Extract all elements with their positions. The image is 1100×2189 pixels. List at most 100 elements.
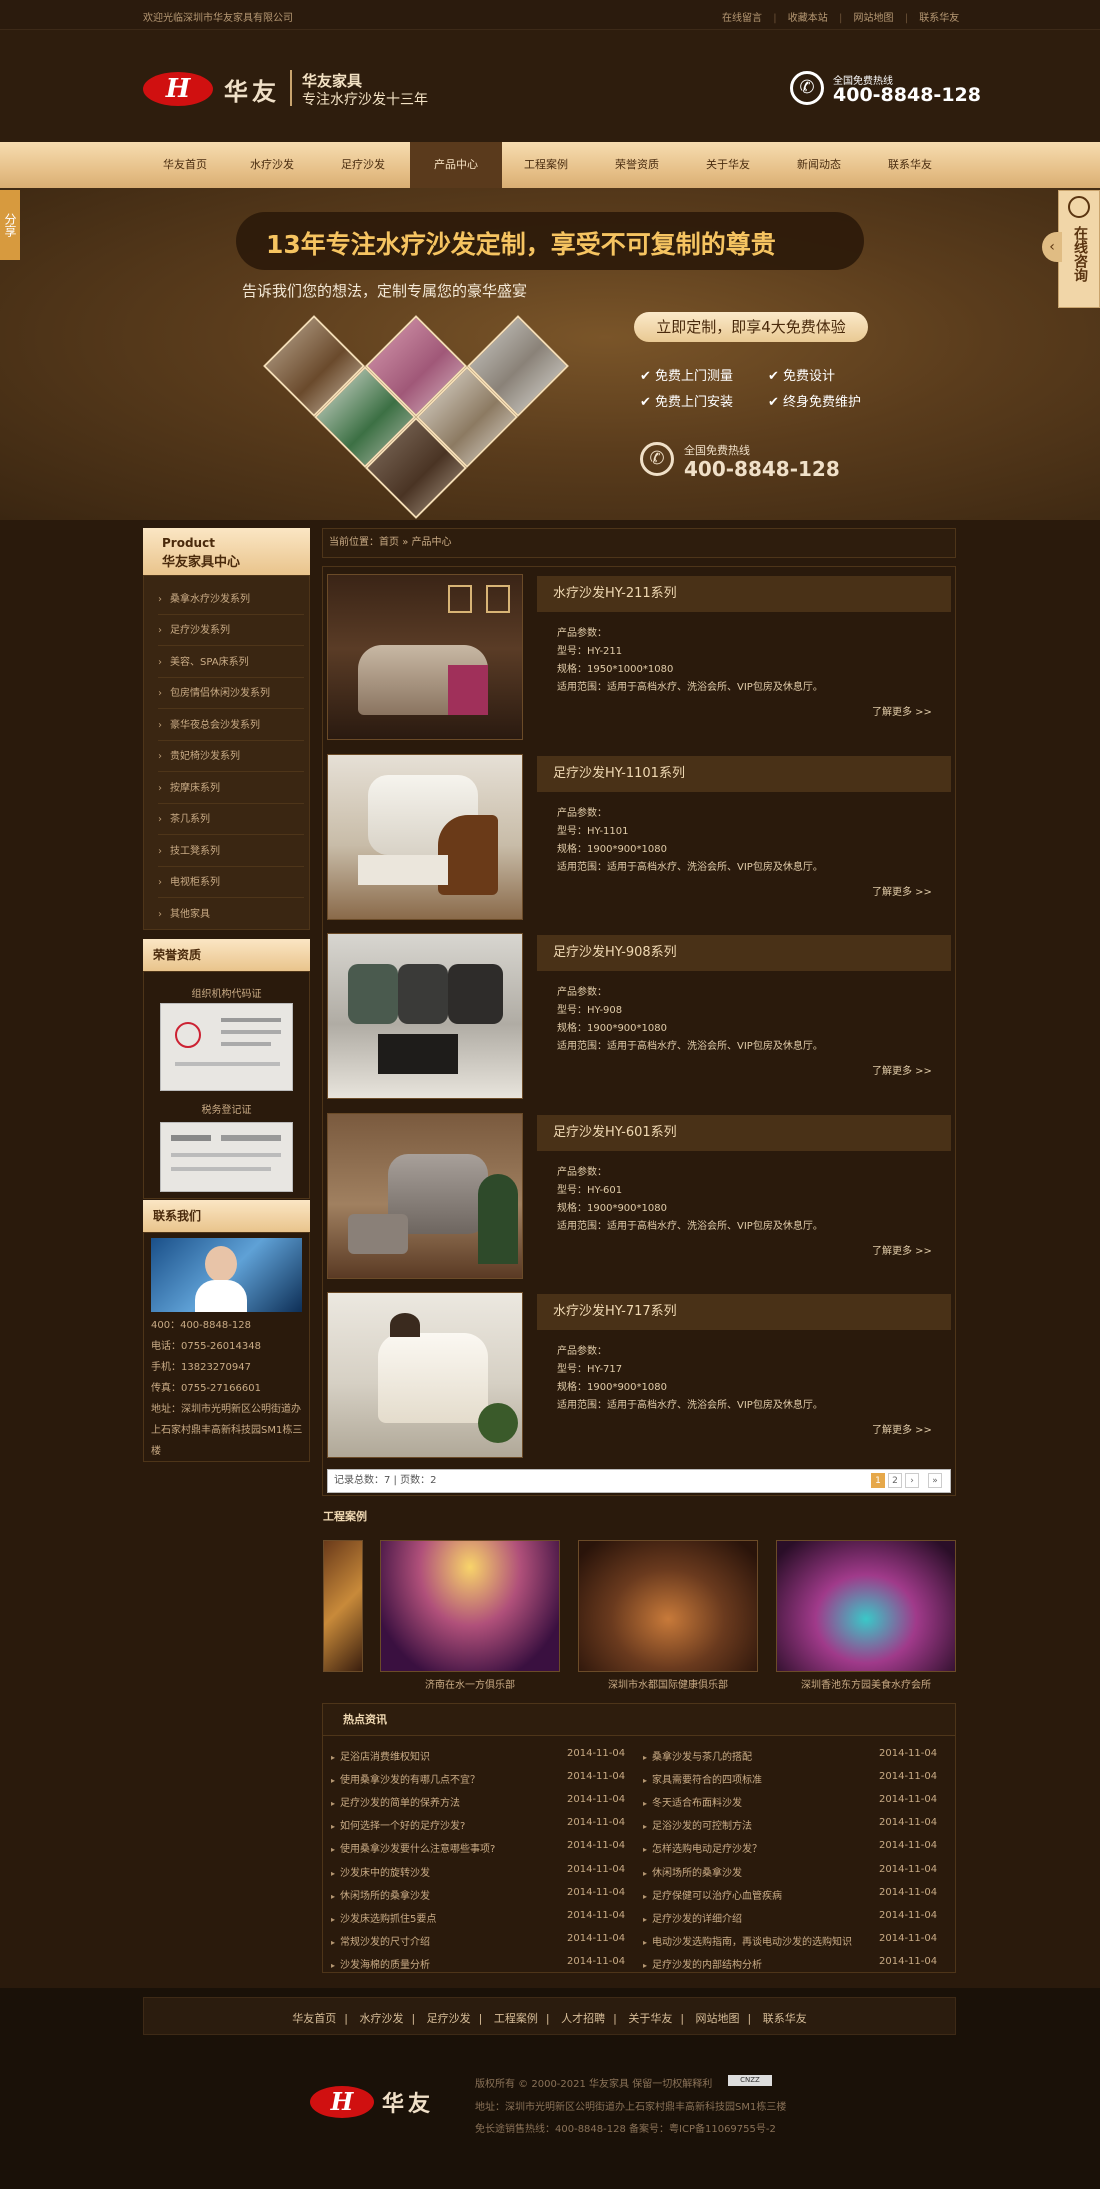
category-item[interactable]: › 技工凳系列 — [158, 836, 304, 867]
category-item[interactable]: › 包房情侣休闲沙发系列 — [158, 678, 304, 709]
product-image[interactable] — [327, 933, 523, 1099]
news-item[interactable]: ▸ 足浴店消费维权知识 — [331, 1748, 430, 1763]
consult-label[interactable]: 在线咨询 — [1070, 226, 1090, 282]
product-model: 型号：HY-601 — [557, 1185, 623, 1196]
nav-products[interactable]: 产品中心 — [410, 142, 502, 188]
footer-link[interactable]: 人才招聘 — [561, 2012, 605, 2025]
news-item[interactable]: ▸ 足疗沙发的简单的保养方法 — [331, 1794, 460, 1809]
cert-image[interactable] — [160, 1122, 293, 1192]
footer-link[interactable]: 关于华友 — [628, 2012, 672, 2025]
product-image[interactable] — [327, 1292, 523, 1458]
footer-link[interactable]: 联系华友 — [763, 2012, 807, 2025]
category-item[interactable]: › 电视柜系列 — [158, 867, 304, 898]
news-item[interactable]: ▸ 怎样选购电动足疗沙发？ — [643, 1840, 762, 1855]
learn-more-link[interactable]: 了解更多 >> — [872, 703, 932, 718]
category-item[interactable]: › 其他家具 — [158, 899, 304, 930]
bullet-icon: ▸ — [643, 1753, 648, 1762]
nav-about[interactable]: 关于华友 — [684, 142, 772, 188]
case-caption[interactable]: 深圳市水都国际健康俱乐部 — [578, 1676, 758, 1691]
learn-more-link[interactable]: 了解更多 >> — [872, 883, 932, 898]
news-item[interactable]: ▸ 家具需要符合的四项标准 — [643, 1771, 762, 1786]
case-caption[interactable]: 济南在水一方俱乐部 — [380, 1676, 560, 1691]
case-image[interactable] — [578, 1540, 758, 1672]
product-image[interactable] — [327, 754, 523, 920]
news-item[interactable]: ▸ 足疗沙发的内部结构分析 — [643, 1956, 762, 1971]
category-header-en: Product — [162, 536, 215, 550]
news-item[interactable]: ▸ 常规沙发的尺寸介绍 — [331, 1933, 430, 1948]
banner-hotline-number: 400-8848-128 — [684, 457, 840, 481]
footer-link[interactable]: 工程案例 — [494, 2012, 538, 2025]
category-item[interactable]: › 贵妃椅沙发系列 — [158, 741, 304, 772]
category-item[interactable]: › 按摩床系列 — [158, 773, 304, 804]
product-model: 型号：HY-211 — [557, 646, 623, 657]
news-item[interactable]: ▸ 足浴沙发的可控制方法 — [643, 1817, 752, 1832]
share-tab[interactable]: 分享 — [0, 190, 20, 260]
news-item[interactable]: ▸ 如何选择一个好的足疗沙发? — [331, 1817, 465, 1832]
case-caption[interactable]: 深圳香池东方园美食水疗会所 — [776, 1676, 956, 1691]
product-title[interactable]: 足疗沙发HY-601系列 — [537, 1115, 951, 1151]
cnzz-badge[interactable]: CNZZ — [728, 2075, 772, 2086]
category-item[interactable]: › 茶几系列 — [158, 804, 304, 835]
category-item[interactable]: › 桑拿水疗沙发系列 — [158, 584, 304, 615]
logo-letter[interactable]: H — [143, 72, 213, 106]
offer-button[interactable]: 立即定制，即享4大免费体验 — [634, 312, 868, 342]
case-image[interactable] — [380, 1540, 560, 1672]
nav-spa-sofa[interactable]: 水疗沙发 — [228, 142, 316, 188]
product-title[interactable]: 水疗沙发HY-211系列 — [537, 576, 951, 612]
page-last[interactable]: » — [928, 1473, 942, 1488]
product-title[interactable]: 足疗沙发HY-1101系列 — [537, 756, 951, 792]
cert-image[interactable] — [160, 1003, 293, 1091]
news-item[interactable]: ▸ 足疗保健可以治疗心血管疾病 — [643, 1887, 782, 1902]
nav-cases[interactable]: 工程案例 — [502, 142, 590, 188]
product-image[interactable] — [327, 574, 523, 740]
footer-link[interactable]: 华友首页 — [292, 2012, 336, 2025]
arrow-right-icon: › — [158, 657, 162, 668]
footer-logo-letter: H — [330, 2087, 354, 2116]
top-link-sitemap[interactable]: 网站地图 — [854, 13, 894, 24]
news-item[interactable]: ▸ 电动沙发选购指南，再谈电动沙发的选购知识 — [643, 1933, 852, 1948]
footer-link[interactable]: 足疗沙发 — [427, 2012, 471, 2025]
case-image[interactable] — [323, 1540, 363, 1672]
product-title[interactable]: 足疗沙发HY-908系列 — [537, 935, 951, 971]
news-item[interactable]: ▸ 使用桑拿沙发要什么注意哪些事项? — [331, 1840, 495, 1855]
news-item[interactable]: ▸ 冬天适合布面料沙发 — [643, 1794, 742, 1809]
top-link-message[interactable]: 在线留言 — [722, 13, 762, 24]
nav-contact[interactable]: 联系华友 — [866, 142, 954, 188]
news-item[interactable]: ▸ 沙发海棉的质量分析 — [331, 1956, 430, 1971]
page-1[interactable]: 1 — [871, 1473, 885, 1488]
bullet-icon: ▸ — [643, 1915, 648, 1924]
category-item[interactable]: › 足疗沙发系列 — [158, 615, 304, 646]
check-icon: ✔ — [640, 395, 656, 410]
news-item[interactable]: ▸ 休闲场所的桑拿沙发 — [643, 1864, 742, 1879]
top-link-bookmark[interactable]: 收藏本站 — [788, 13, 828, 24]
news-item[interactable]: ▸ 休闲场所的桑拿沙发 — [331, 1887, 430, 1902]
footer-link[interactable]: 网站地图 — [696, 2012, 740, 2025]
news-item[interactable]: ▸ 沙发床选购抓住5要点 — [331, 1910, 436, 1925]
page-next[interactable]: › — [905, 1473, 919, 1488]
learn-more-link[interactable]: 了解更多 >> — [872, 1242, 932, 1257]
page-2[interactable]: 2 — [888, 1473, 902, 1488]
footer-link[interactable]: 水疗沙发 — [359, 2012, 403, 2025]
learn-more-link[interactable]: 了解更多 >> — [872, 1421, 932, 1436]
breadcrumb-home[interactable]: 首页 — [379, 537, 399, 548]
footer-address: 地址：深圳市光明新区公明街道办上石家村鼎丰高新科技园SM1栋三楼 — [475, 2102, 787, 2113]
nav-news[interactable]: 新闻动态 — [775, 142, 863, 188]
news-item[interactable]: ▸ 使用桑拿沙发的有哪几点不宜？ — [331, 1771, 480, 1786]
category-item[interactable]: › 豪华夜总会沙发系列 — [158, 710, 304, 741]
product-image[interactable] — [327, 1113, 523, 1279]
nav-foot-sofa[interactable]: 足疗沙发 — [319, 142, 407, 188]
news-item[interactable]: ▸ 沙发床中的旋转沙发 — [331, 1864, 430, 1879]
case-image[interactable] — [776, 1540, 956, 1672]
nav-home[interactable]: 华友首页 — [141, 142, 229, 188]
top-link-contact[interactable]: 联系华友 — [919, 13, 959, 24]
category-item[interactable]: › 美容、SPA床系列 — [158, 647, 304, 678]
feature-maintain: ✔ 终身免费维护 — [768, 395, 862, 410]
footer-copyright: 版权所有 © 2000-2021 华友家具 保留一切权解释利 — [475, 2079, 713, 2090]
news-item[interactable]: ▸ 桑拿沙发与茶几的搭配 — [643, 1748, 752, 1763]
news-item[interactable]: ▸ 足疗沙发的详细介绍 — [643, 1910, 742, 1925]
product-scope: 适用范围：适用于高档水疗、洗浴会所、VIP包房及休息厅。 — [557, 682, 823, 693]
learn-more-link[interactable]: 了解更多 >> — [872, 1062, 932, 1077]
product-title[interactable]: 水疗沙发HY-717系列 — [537, 1294, 951, 1330]
nav-honors[interactable]: 荣誉资质 — [593, 142, 681, 188]
logo-name[interactable]: 华友 — [224, 72, 280, 107]
